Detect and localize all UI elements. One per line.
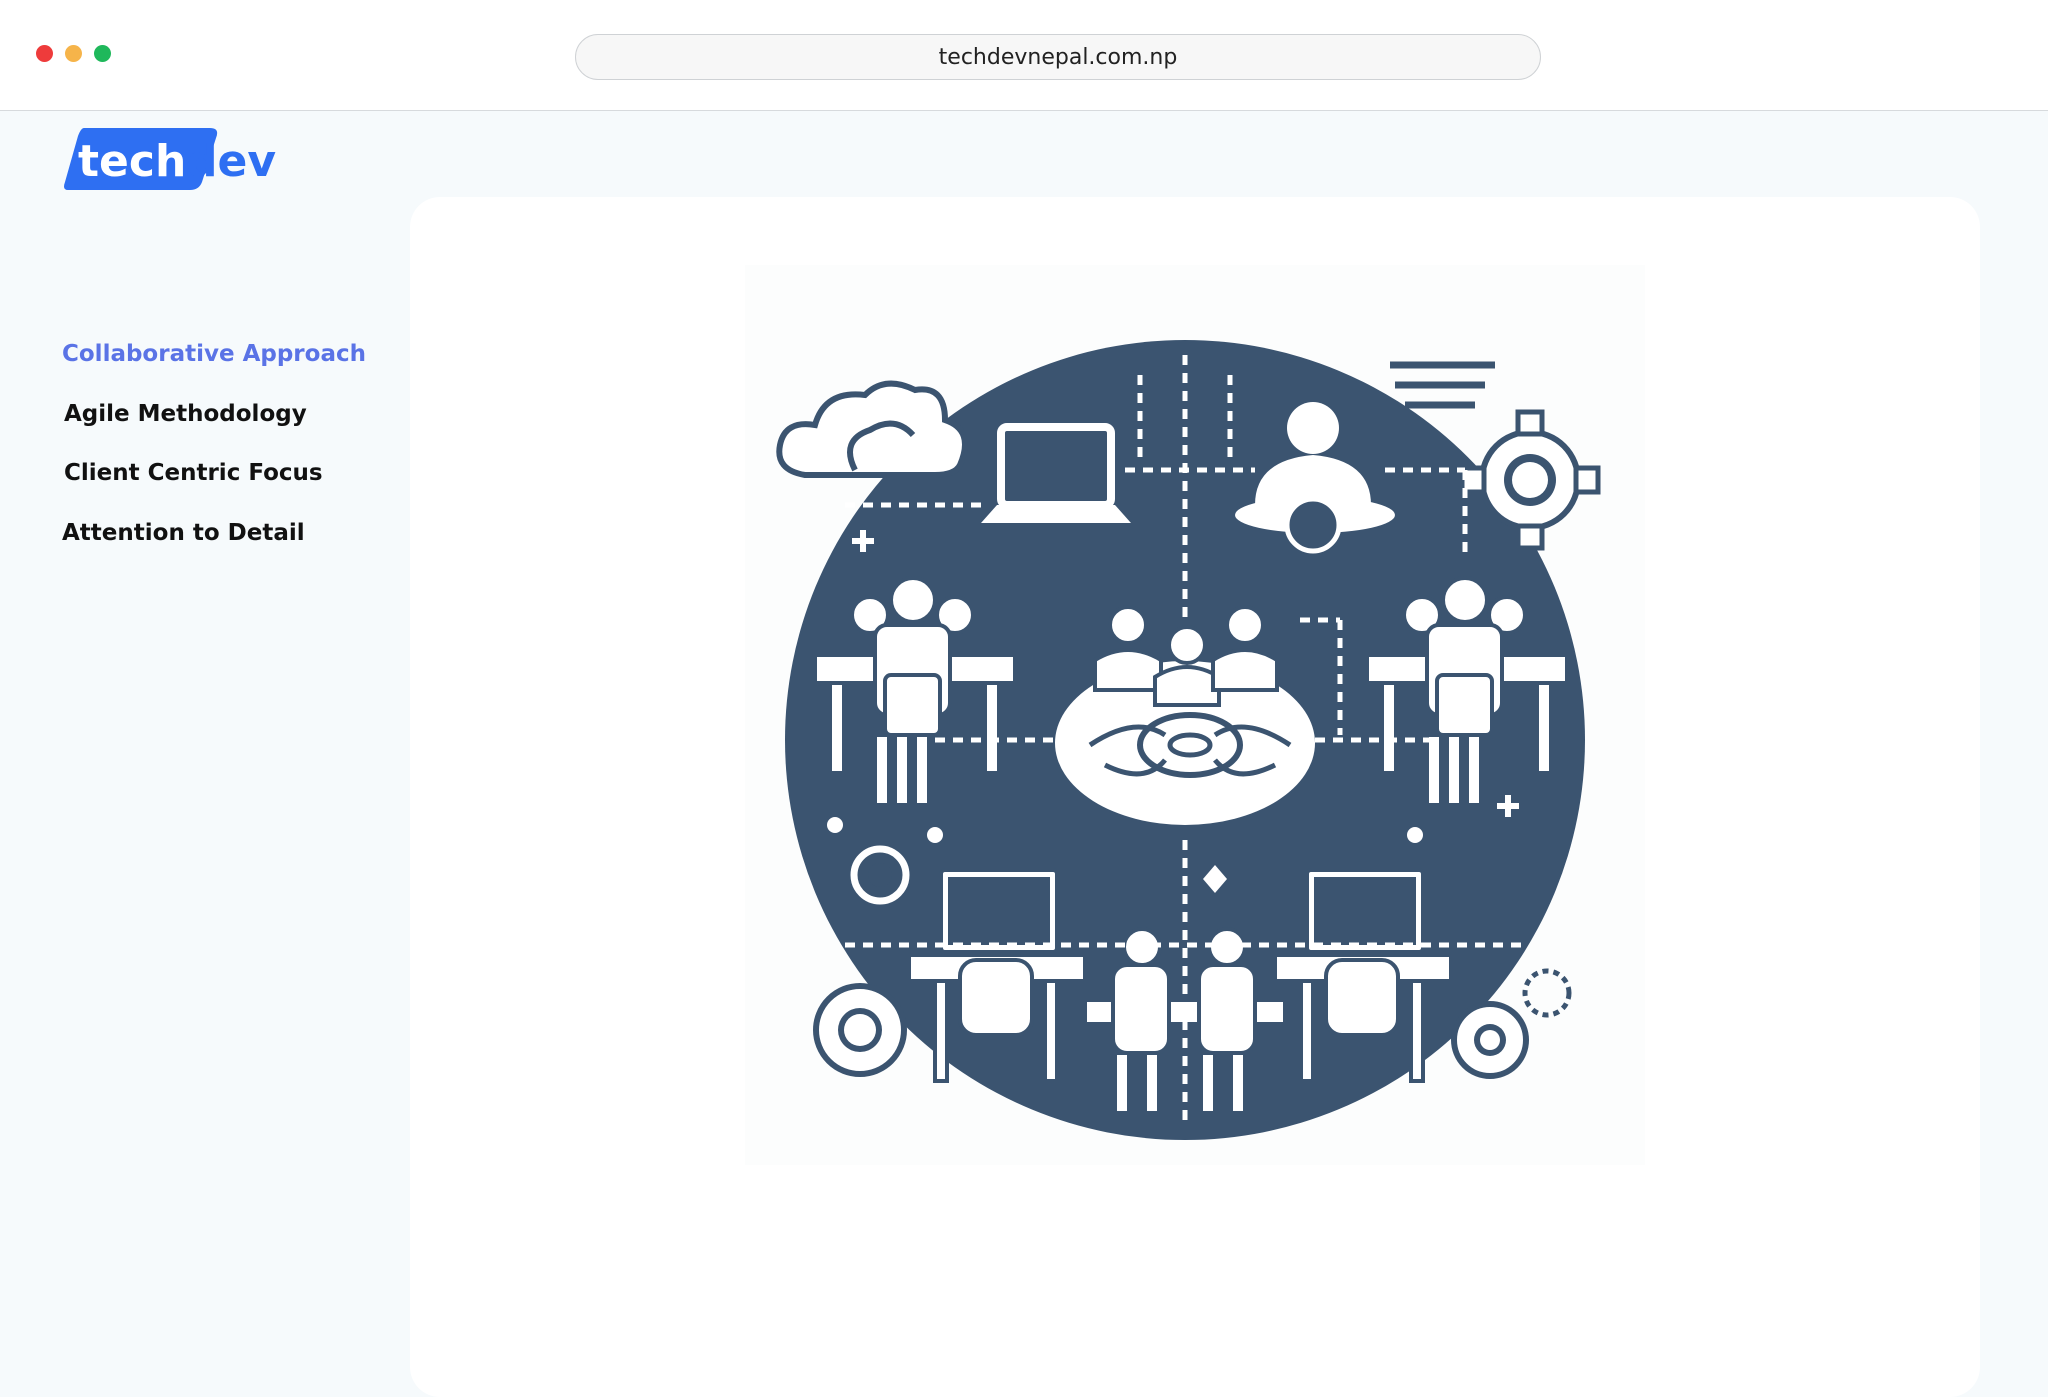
sidebar-item-collaborative-approach[interactable]: Collaborative Approach [62, 341, 366, 367]
browser-chrome: techdevnepal.com.np [0, 0, 2048, 111]
svg-text:dev: dev [186, 136, 276, 187]
address-bar-url: techdevnepal.com.np [938, 44, 1178, 70]
collaboration-illustration [745, 265, 1645, 1165]
svg-text:tech: tech [78, 136, 186, 187]
sidebar [0, 110, 400, 1379]
minimize-window-icon[interactable] [65, 45, 82, 62]
sidebar-item-attention-to-detail[interactable]: Attention to Detail [62, 520, 305, 546]
team-collaboration-graphic [776, 340, 1601, 1140]
techdev-logo[interactable]: tech dev [62, 122, 292, 199]
maximize-window-icon[interactable] [94, 45, 111, 62]
close-window-icon[interactable] [36, 45, 53, 62]
sidebar-item-agile-methodology[interactable]: Agile Methodology [64, 401, 307, 427]
address-bar[interactable]: techdevnepal.com.np [575, 34, 1541, 80]
sidebar-item-client-centric-focus[interactable]: Client Centric Focus [64, 460, 323, 486]
